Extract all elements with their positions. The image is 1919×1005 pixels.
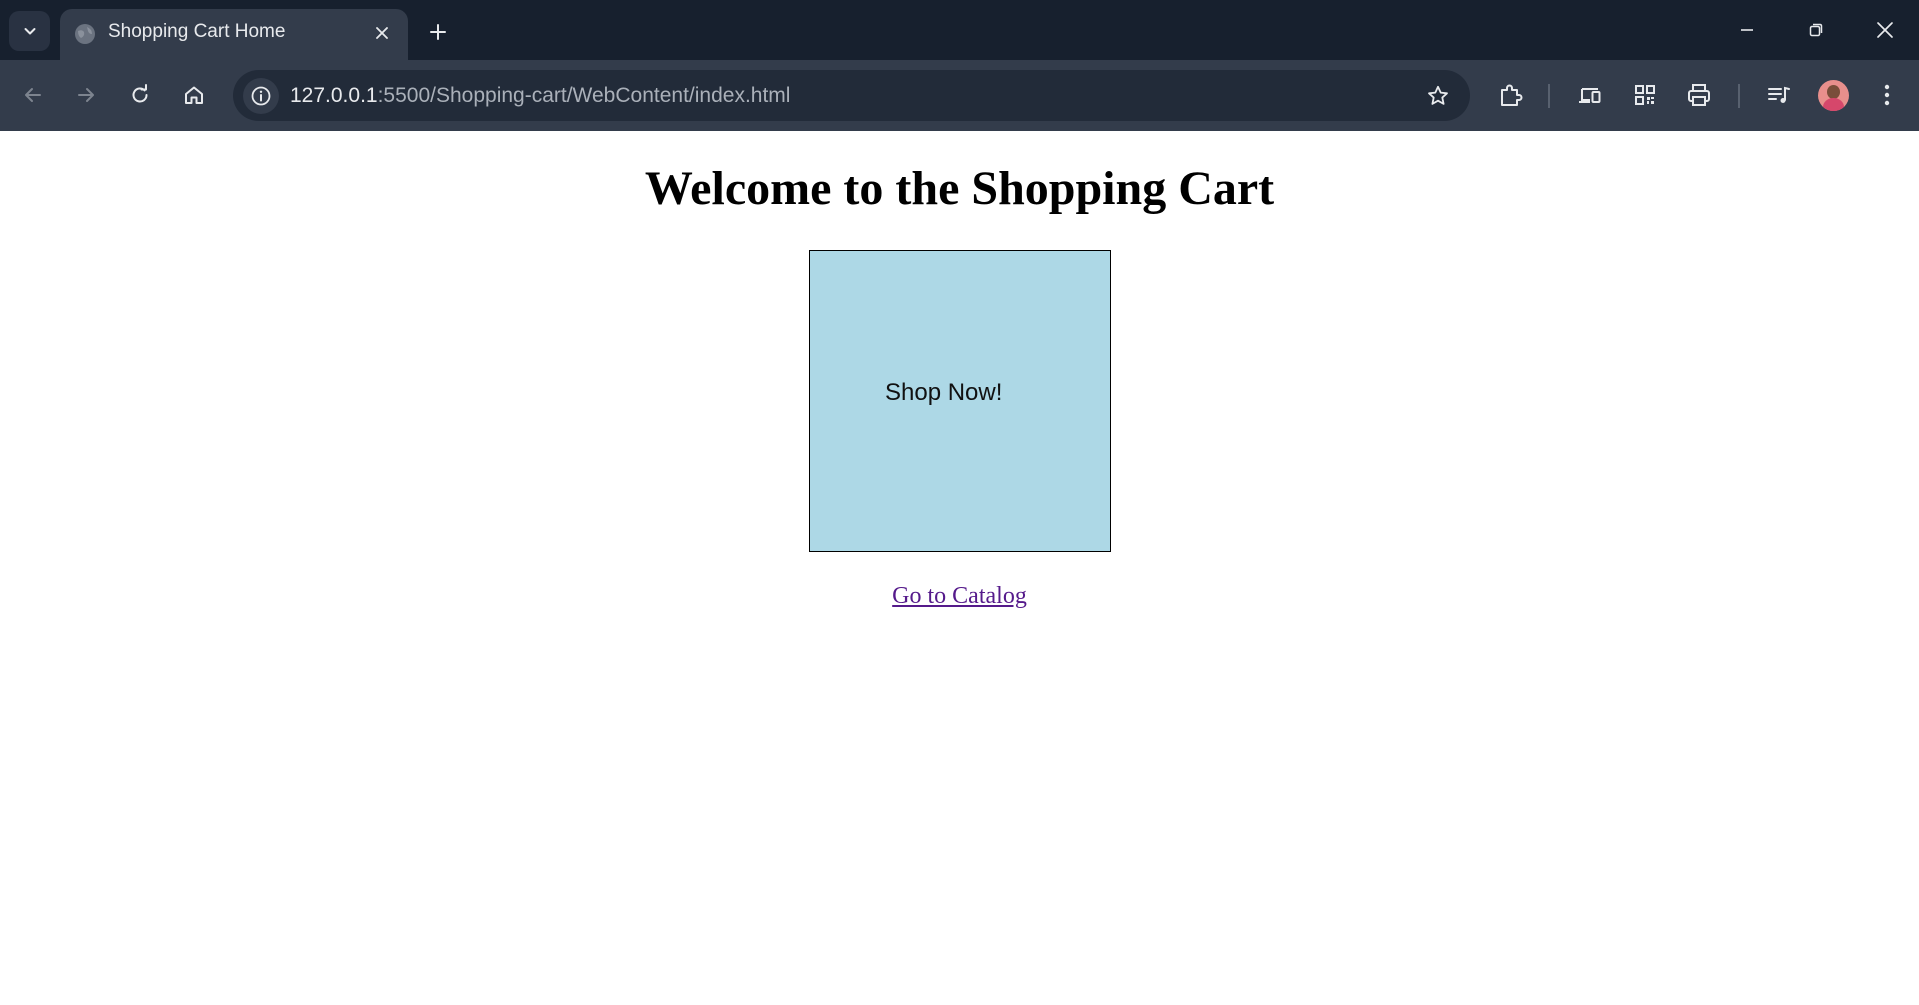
extensions-icon [1501,84,1523,106]
tab-search-button[interactable] [9,11,50,51]
tab-title: Shopping Cart Home [108,21,286,42]
forward-icon [78,88,94,102]
avatar-body [1823,98,1844,111]
home-button[interactable] [175,76,213,114]
browser-tabstrip: Shopping Cart Home [0,0,1919,60]
url-host: 127.0.0.1 [290,84,378,107]
minimize-button[interactable] [1725,10,1769,50]
shop-now-label: Shop Now! [885,379,1003,406]
home-icon [185,86,203,104]
tab-shopping-cart-home[interactable]: Shopping Cart Home [60,9,408,60]
close-icon [376,27,388,39]
toolbar-separator [1738,84,1740,108]
forward-button[interactable] [67,76,105,114]
new-tab-button[interactable] [420,14,456,50]
go-to-catalog-link[interactable]: Go to Catalog [892,583,1027,609]
page-title: Welcome to the Shopping Cart [644,162,1275,215]
site-info-button[interactable] [243,78,279,114]
globe-icon [75,24,95,44]
toolbar-separator [1548,84,1550,108]
print-icon [1688,84,1710,106]
qr-code-button[interactable] [1626,76,1664,114]
avatar[interactable] [1818,80,1849,111]
chevron-down-icon [24,28,35,35]
bookmark-button[interactable] [1424,82,1452,110]
back-button[interactable] [14,76,52,114]
close-window-button[interactable] [1863,10,1907,50]
reload-button[interactable] [121,76,159,114]
info-icon [251,86,271,106]
url-text[interactable]: 127.0.0.1:5500/Shopping-cart/WebContent/… [290,84,790,108]
reload-icon [132,84,148,103]
devices-button[interactable] [1571,76,1609,114]
media-controls-button[interactable] [1760,76,1798,114]
media-controls-icon [1768,86,1790,103]
browser-toolbar: 127.0.0.1:5500/Shopping-cart/WebContent/… [0,60,1919,131]
restore-icon [1809,23,1823,37]
url-path: :5500/Shopping-cart/WebContent/index.htm… [377,84,791,107]
star-icon [1428,85,1448,105]
close-window-icon [1877,22,1893,38]
devices-icon [1579,88,1601,103]
tab-close-button[interactable] [370,21,394,45]
menu-icon [1884,84,1890,106]
qr-code-icon [1635,85,1655,105]
shop-now-button[interactable]: Shop Now! [809,250,1111,552]
avatar-head [1827,85,1840,99]
plus-icon [430,24,446,40]
extensions-button[interactable] [1492,76,1530,114]
catalog-link-container: Go to Catalog [0,583,1919,610]
address-bar[interactable]: 127.0.0.1:5500/Shopping-cart/WebContent/… [233,70,1470,121]
page-content: Welcome to the Shopping Cart Shop Now! G… [0,131,1919,1005]
back-icon [25,88,41,102]
minimize-icon [1741,29,1753,31]
print-button[interactable] [1680,76,1718,114]
restore-button[interactable] [1794,10,1838,50]
menu-button[interactable] [1868,76,1906,114]
